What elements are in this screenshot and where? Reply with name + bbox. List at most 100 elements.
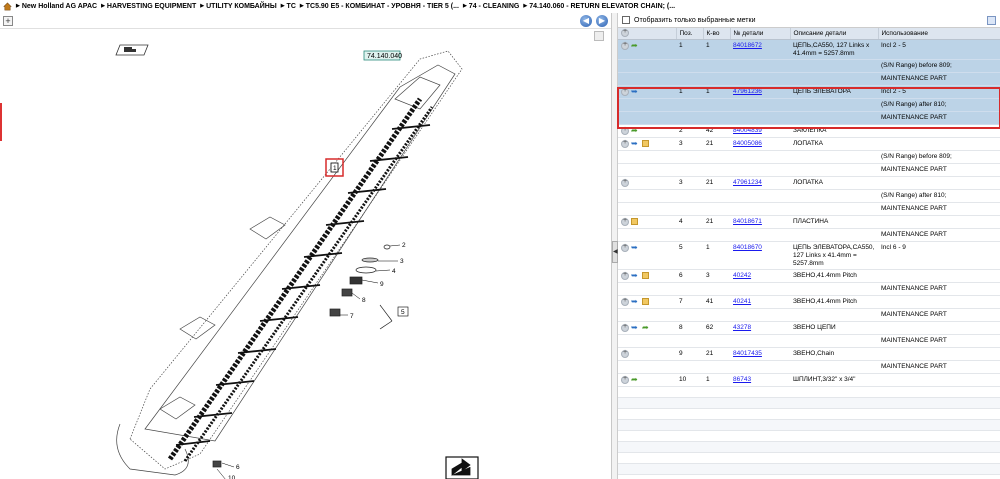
table-row[interactable]: ➦1184018672ЦЕПЬ,CA550, 127 Links x 41.4m…: [618, 39, 1000, 60]
subrow-cell: [730, 150, 790, 164]
elevator-chain[interactable]: [167, 97, 434, 462]
blue-swap-icon[interactable]: ➥: [631, 139, 640, 148]
part-number-link[interactable]: 47961236: [733, 88, 762, 95]
expand-icon[interactable]: [621, 243, 629, 252]
diagram-toolbar: + ◀ ▶: [0, 13, 611, 29]
col-header-qty[interactable]: К-во: [703, 28, 731, 40]
table-row[interactable]: ➦ 24284004839 ЗАКЛЕПКА: [618, 124, 1000, 138]
table-row[interactable]: ➥ 74140241 ЗВЕНО,41.4mm Pitch: [618, 295, 1000, 309]
table-subrow: (S/N Range) before 809;: [618, 59, 1000, 73]
filter-icon[interactable]: [987, 16, 996, 25]
package-icon[interactable]: [642, 140, 649, 147]
row-part-number: 40242: [730, 269, 790, 283]
col-header-usage[interactable]: Использование: [878, 28, 1000, 40]
part-number-link[interactable]: 84005086: [733, 140, 762, 147]
blue-swap-icon[interactable]: ➥: [631, 87, 640, 96]
export-icon[interactable]: [445, 456, 479, 479]
col-header-desc[interactable]: Описание детали: [790, 28, 879, 40]
row-qty: 1: [703, 85, 730, 99]
blue-swap-icon[interactable]: ➥: [631, 271, 640, 280]
empty-cell: [676, 419, 703, 431]
part-number-link[interactable]: 84018670: [733, 244, 762, 251]
expand-icon[interactable]: [621, 271, 629, 280]
part-number-link[interactable]: 84018671: [733, 218, 762, 225]
subrow-cell: [618, 308, 676, 322]
home-icon[interactable]: [3, 2, 12, 11]
green-arrow-icon[interactable]: ➦: [631, 126, 640, 135]
package-icon[interactable]: [631, 218, 638, 225]
expand-icon[interactable]: [621, 375, 629, 384]
expand-icon[interactable]: [621, 126, 629, 135]
show-selected-checkbox[interactable]: [622, 16, 630, 24]
table-row[interactable]: 32147961234 ЛОПАТКА: [618, 176, 1000, 190]
row-part-number: 43278: [730, 321, 790, 335]
green-arrow-icon[interactable]: ➦: [631, 375, 640, 384]
breadcrumb-item[interactable]: HARVESTING EQUIPMENT: [101, 3, 196, 10]
breadcrumb-item[interactable]: 74 - CLEANING: [463, 3, 520, 10]
table-header-row: Поз. К-во № детали Описание детали Испол…: [618, 28, 1000, 40]
part-number-link[interactable]: 40242: [733, 272, 751, 279]
prev-diagram-button[interactable]: ◀: [580, 15, 592, 27]
subrow-cell: [703, 59, 730, 73]
table-row[interactable]: ➥➦86243278ЗВЕНО ЦЕПИ: [618, 321, 1000, 335]
table-row[interactable]: ➦ 10186743 ШПЛИНТ,3/32" x 3/4": [618, 373, 1000, 387]
breadcrumb-item[interactable]: New Holland AG APAC: [16, 3, 97, 10]
expand-icon[interactable]: [621, 323, 629, 332]
table-row[interactable]: ➥ 32184005086 ЛОПАТКА: [618, 137, 1000, 151]
breadcrumb-item[interactable]: TC: [281, 3, 296, 10]
parts-diagram[interactable]: 74.140.040 1 2 3 4 9 8 5 7 6 10: [0, 29, 612, 479]
row-pos: 7: [676, 295, 703, 309]
subrow-usage: (S/N Range) after 810;: [878, 189, 1000, 203]
next-diagram-button[interactable]: ▶: [596, 15, 608, 27]
part-number-link[interactable]: 40241: [733, 298, 751, 305]
row-usage: [878, 295, 1000, 309]
row-usage: Incl 6 - 9: [878, 241, 1000, 270]
table-row[interactable]: 92184017435 ЗВЕНО,Chain: [618, 347, 1000, 361]
subrow-cell: [730, 334, 790, 348]
green-arrow-icon[interactable]: ➦: [631, 41, 640, 50]
expand-icon[interactable]: [621, 139, 629, 148]
table-row[interactable]: ➥ 5184018670 ЦЕПЬ ЭЛЕВАТОРА,CA550, 127 Lin…: [618, 241, 1000, 270]
callout-1-highlight[interactable]: 1: [325, 158, 344, 177]
table-row[interactable]: 42184018671 ПЛАСТИНА: [618, 215, 1000, 229]
expand-icon[interactable]: [621, 217, 629, 226]
callout-4: 4: [392, 268, 396, 275]
expand-icon[interactable]: [621, 87, 629, 96]
package-icon[interactable]: [642, 272, 649, 279]
breadcrumb-item[interactable]: 74.140.060 - RETURN ELEVATOR CHAIN; (...: [523, 3, 675, 10]
subrow-usage: MAINTENANCE PART: [878, 334, 1000, 348]
row-qty: 21: [703, 176, 730, 190]
callout-labels[interactable]: 2 3 4 9 8 5 7 6 10: [216, 242, 409, 479]
parts-table: Поз. К-во № детали Описание детали Испол…: [618, 28, 1000, 475]
col-header-pos[interactable]: Поз.: [676, 28, 704, 40]
expand-icon[interactable]: [621, 297, 629, 306]
expand-icon[interactable]: [621, 178, 629, 187]
part-number-link[interactable]: 84004839: [733, 127, 762, 134]
row-pos: 3: [676, 137, 703, 151]
breadcrumb-item[interactable]: UTILITY КОМБАЙНЫ: [200, 3, 277, 10]
subrow-cell: [790, 334, 878, 348]
reference-label[interactable]: 74.140.040: [363, 50, 402, 61]
subrow-cell: [618, 163, 676, 177]
part-number-link[interactable]: 43278: [733, 324, 751, 331]
table-subrow: MAINTENANCE PART: [618, 163, 1000, 177]
zoom-in-button[interactable]: +: [3, 16, 13, 26]
table-subrow: MAINTENANCE PART: [618, 308, 1000, 322]
table-row[interactable]: ➥ 6340242 ЗВЕНО,41.4mm Pitch: [618, 269, 1000, 283]
expand-icon[interactable]: [621, 349, 629, 358]
part-number-link[interactable]: 84018672: [733, 42, 762, 49]
expand-icon[interactable]: [621, 41, 629, 50]
table-row[interactable]: ➥1147961236ЦЕПЬ ЭЛЕВАТОРАIncl 2 - 5: [618, 85, 1000, 99]
green-arrow-icon[interactable]: ➦: [642, 323, 651, 332]
part-number-link[interactable]: 86743: [733, 376, 751, 383]
col-header-part[interactable]: № детали: [730, 28, 791, 40]
row-usage: [878, 347, 1000, 361]
expand-all-icon[interactable]: [621, 28, 629, 38]
part-number-link[interactable]: 84017435: [733, 350, 762, 357]
blue-swap-icon[interactable]: ➥: [631, 243, 640, 252]
blue-swap-icon[interactable]: ➥: [631, 323, 640, 332]
breadcrumb-item[interactable]: TC5.90 E5 - КОМБИНАТ - УРОВНЯ - TIER 5 (…: [300, 3, 459, 10]
blue-swap-icon[interactable]: ➥: [631, 297, 640, 306]
part-number-link[interactable]: 47961234: [733, 179, 762, 186]
package-icon[interactable]: [642, 298, 649, 305]
